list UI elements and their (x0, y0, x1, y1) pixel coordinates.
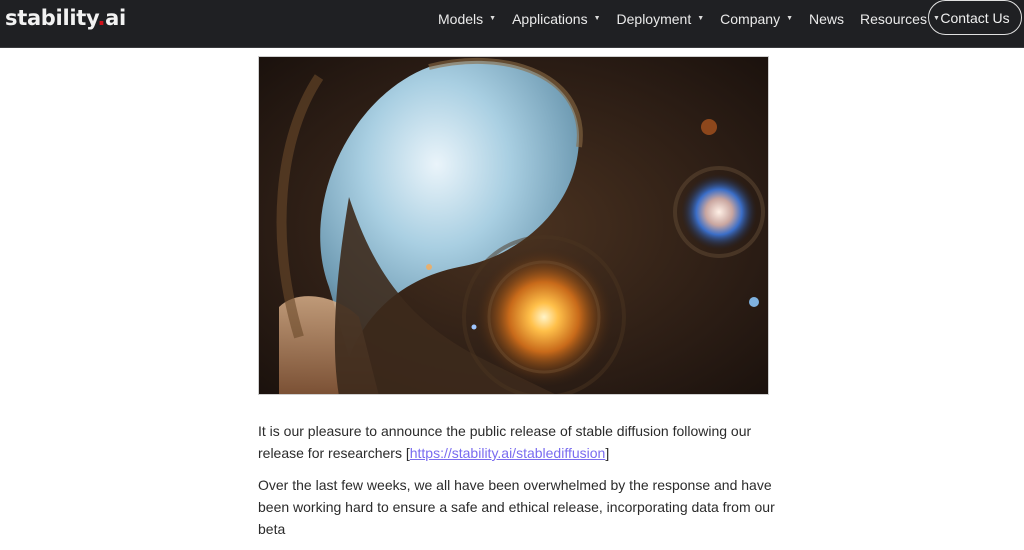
article-body: It is our pleasure to announce the publi… (258, 420, 788, 550)
logo-text: stability (5, 6, 98, 30)
nav-item-models[interactable]: Models ▼ (438, 11, 496, 27)
nav-item-label: Models (438, 10, 484, 27)
chevron-down-icon: ▼ (593, 15, 601, 22)
article-paragraph-2: Over the last few weeks, we all have bee… (258, 477, 775, 537)
paragraph-text: ] (605, 445, 610, 461)
nav-item-label: Deployment (616, 10, 692, 27)
nav-item-news[interactable]: News (809, 11, 844, 27)
nav-item-company[interactable]: Company ▼ (720, 11, 793, 27)
nav-item-label: Resources (860, 10, 927, 27)
nav-item-label: Applications (512, 10, 588, 27)
hero-artwork (259, 57, 768, 394)
hero-image (258, 56, 769, 395)
article-paragraph-1: It is our pleasure to announce the publi… (258, 420, 788, 464)
stability-logo[interactable]: stability.ai (5, 6, 126, 30)
nav-item-label: Company (720, 10, 781, 27)
nav-item-deployment[interactable]: Deployment ▼ (617, 11, 705, 27)
chevron-down-icon: ▼ (489, 15, 497, 22)
top-navbar: stability.ai Models ▼ Applications ▼ Deplo… (0, 0, 1024, 48)
nav-item-label: News (809, 10, 845, 27)
nav-menu: Models ▼ Applications ▼ Deployment ▼ Compan… (438, 0, 956, 37)
logo-dot: . (97, 6, 106, 30)
chevron-down-icon: ▼ (697, 15, 705, 22)
logo-suffix: ai (105, 6, 126, 30)
nav-item-applications[interactable]: Applications ▼ (512, 11, 600, 27)
stable-diffusion-link[interactable]: https://stability.ai/stablediffusion (410, 445, 606, 461)
contact-us-button[interactable]: Contact Us (928, 0, 1022, 35)
chevron-down-icon: ▼ (786, 15, 794, 22)
